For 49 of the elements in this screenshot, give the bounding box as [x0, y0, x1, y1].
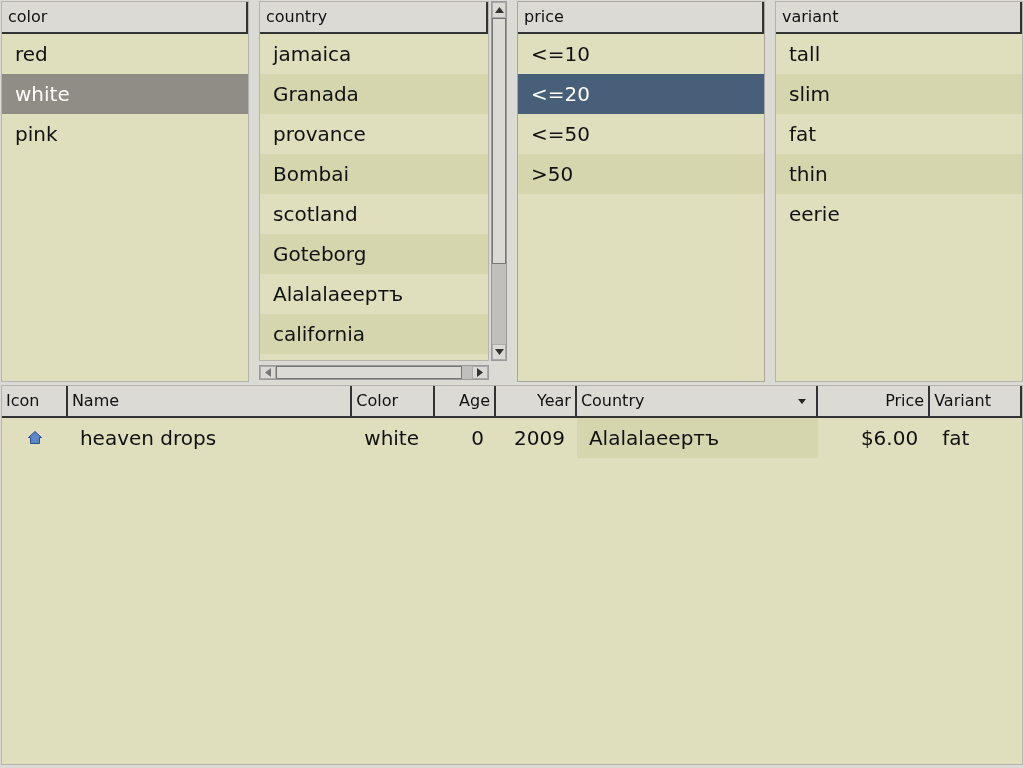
- table-cell-text: heaven drops: [78, 425, 218, 452]
- horizontal-scrollbar[interactable]: [259, 365, 489, 380]
- list-item[interactable]: <=20: [518, 74, 764, 114]
- sorted-table-cell: Alalalaeертъ: [576, 418, 819, 458]
- table-cell-text: $6.00: [859, 425, 920, 452]
- column-header[interactable]: Color: [352, 386, 436, 416]
- list-item[interactable]: eerie: [776, 194, 1022, 234]
- list-item[interactable]: fat: [776, 114, 1022, 154]
- column-header[interactable]: Variant: [930, 386, 1022, 416]
- column-header[interactable]: Age: [435, 386, 497, 416]
- scroll-right-arrow-icon[interactable]: [477, 368, 483, 377]
- column-header[interactable]: Year: [496, 386, 577, 416]
- scroll-left-arrow-icon[interactable]: [265, 368, 271, 377]
- column-header[interactable]: price: [518, 2, 764, 34]
- vertical-scrollbar[interactable]: [491, 1, 507, 361]
- list-item[interactable]: >50: [518, 154, 764, 194]
- scrollbar-track[interactable]: [462, 366, 472, 379]
- table-cell-text: fat: [941, 425, 971, 452]
- list-item[interactable]: <=10: [518, 34, 764, 74]
- house-icon: [28, 431, 42, 444]
- scroll-up-arrow-icon[interactable]: [494, 7, 504, 13]
- list-item[interactable]: Goteborg: [260, 234, 488, 274]
- list-item[interactable]: <=50: [518, 114, 764, 154]
- column-header[interactable]: Name: [67, 386, 353, 416]
- list-item[interactable]: thin: [776, 154, 1022, 194]
- scrollbar-thumb[interactable]: [492, 18, 506, 264]
- sort-caret-icon: [798, 398, 807, 404]
- table-cell-text: 2009: [513, 425, 566, 452]
- list-item[interactable]: california: [260, 314, 488, 354]
- list-item[interactable]: provance: [260, 114, 488, 154]
- table-cell-text: white: [363, 425, 421, 452]
- list-item[interactable]: Bombai: [260, 154, 488, 194]
- column-header[interactable]: country: [260, 2, 488, 34]
- list-item[interactable]: pink: [2, 114, 248, 154]
- table-cell-text: 0: [470, 425, 486, 452]
- list-item[interactable]: jamaica: [260, 34, 488, 74]
- column-header[interactable]: variant: [776, 2, 1022, 34]
- list-item[interactable]: scotland: [260, 194, 488, 234]
- column-header[interactable]: Price: [818, 386, 931, 416]
- list-item[interactable]: slim: [776, 74, 1022, 114]
- column-header[interactable]: Icon: [2, 386, 68, 416]
- list-item[interactable]: red: [2, 34, 248, 74]
- list-item[interactable]: Alalalaeертъ: [260, 274, 488, 314]
- column-header[interactable]: Country: [576, 386, 819, 416]
- scrollbar-thumb[interactable]: [276, 366, 462, 379]
- scroll-down-arrow-icon[interactable]: [494, 349, 504, 355]
- list-item[interactable]: tall: [776, 34, 1022, 74]
- list-item[interactable]: Granada: [260, 74, 488, 114]
- column-header[interactable]: color: [2, 2, 248, 34]
